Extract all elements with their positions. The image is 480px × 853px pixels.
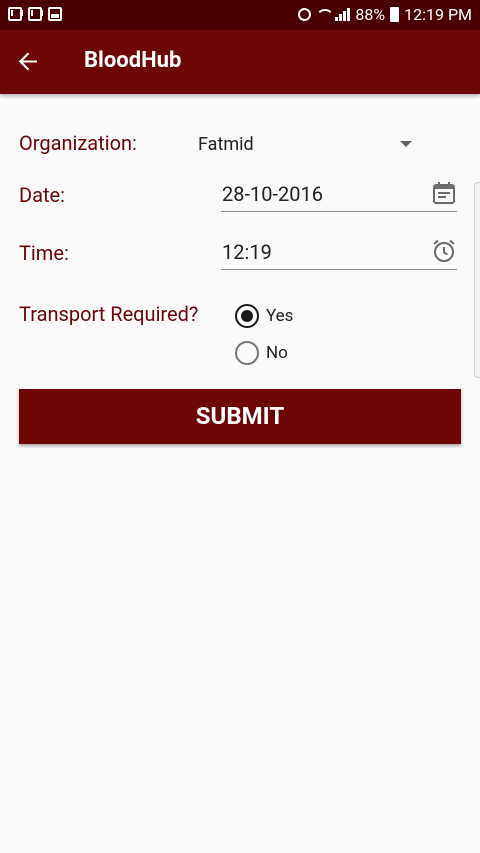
notification-icons (8, 7, 62, 21)
status-right: 88% 12:19 PM (298, 5, 472, 24)
time-value: 12:19 (222, 240, 272, 264)
time-field[interactable]: 12:19 (221, 230, 457, 270)
wifi-icon (316, 8, 335, 21)
arrow-left-icon (18, 52, 37, 71)
back-button[interactable] (10, 44, 46, 80)
time-label: Time: (19, 241, 69, 265)
edge-scroll-handle[interactable] (474, 182, 480, 378)
date-value: 28-10-2016 (222, 182, 323, 206)
organization-value: Fatmid (198, 134, 254, 155)
radio-label-yes: Yes (266, 306, 294, 326)
battery-percent: 88% (355, 5, 386, 24)
calendar-icon[interactable] (431, 180, 457, 206)
dropdown-arrow-icon (400, 141, 412, 147)
date-field[interactable]: 28-10-2016 (221, 172, 457, 212)
transport-yes-radio[interactable]: Yes (235, 302, 293, 330)
transport-label: Transport Required? (19, 302, 199, 326)
radio-unchecked-icon (235, 341, 259, 365)
mail-icon (28, 7, 43, 21)
organization-label: Organization: (19, 131, 137, 155)
app-bar: BloodHub (0, 30, 480, 94)
mail-icon (8, 7, 23, 21)
gallery-icon (48, 7, 62, 21)
battery-icon (390, 7, 400, 22)
signal-icon (335, 8, 351, 21)
submit-button[interactable]: SUBMIT (19, 389, 461, 444)
radio-label-no: No (266, 343, 288, 363)
transport-no-radio[interactable]: No (235, 339, 288, 367)
app-title: BloodHub (84, 48, 182, 73)
radio-checked-icon (235, 304, 259, 328)
clock: 12:19 PM (404, 5, 472, 24)
alarm-clock-icon[interactable] (431, 238, 457, 264)
status-bar: 88% 12:19 PM (0, 0, 480, 30)
date-label: Date: (19, 183, 65, 207)
organization-dropdown[interactable]: Fatmid (190, 124, 420, 164)
alarm-icon (298, 8, 312, 21)
